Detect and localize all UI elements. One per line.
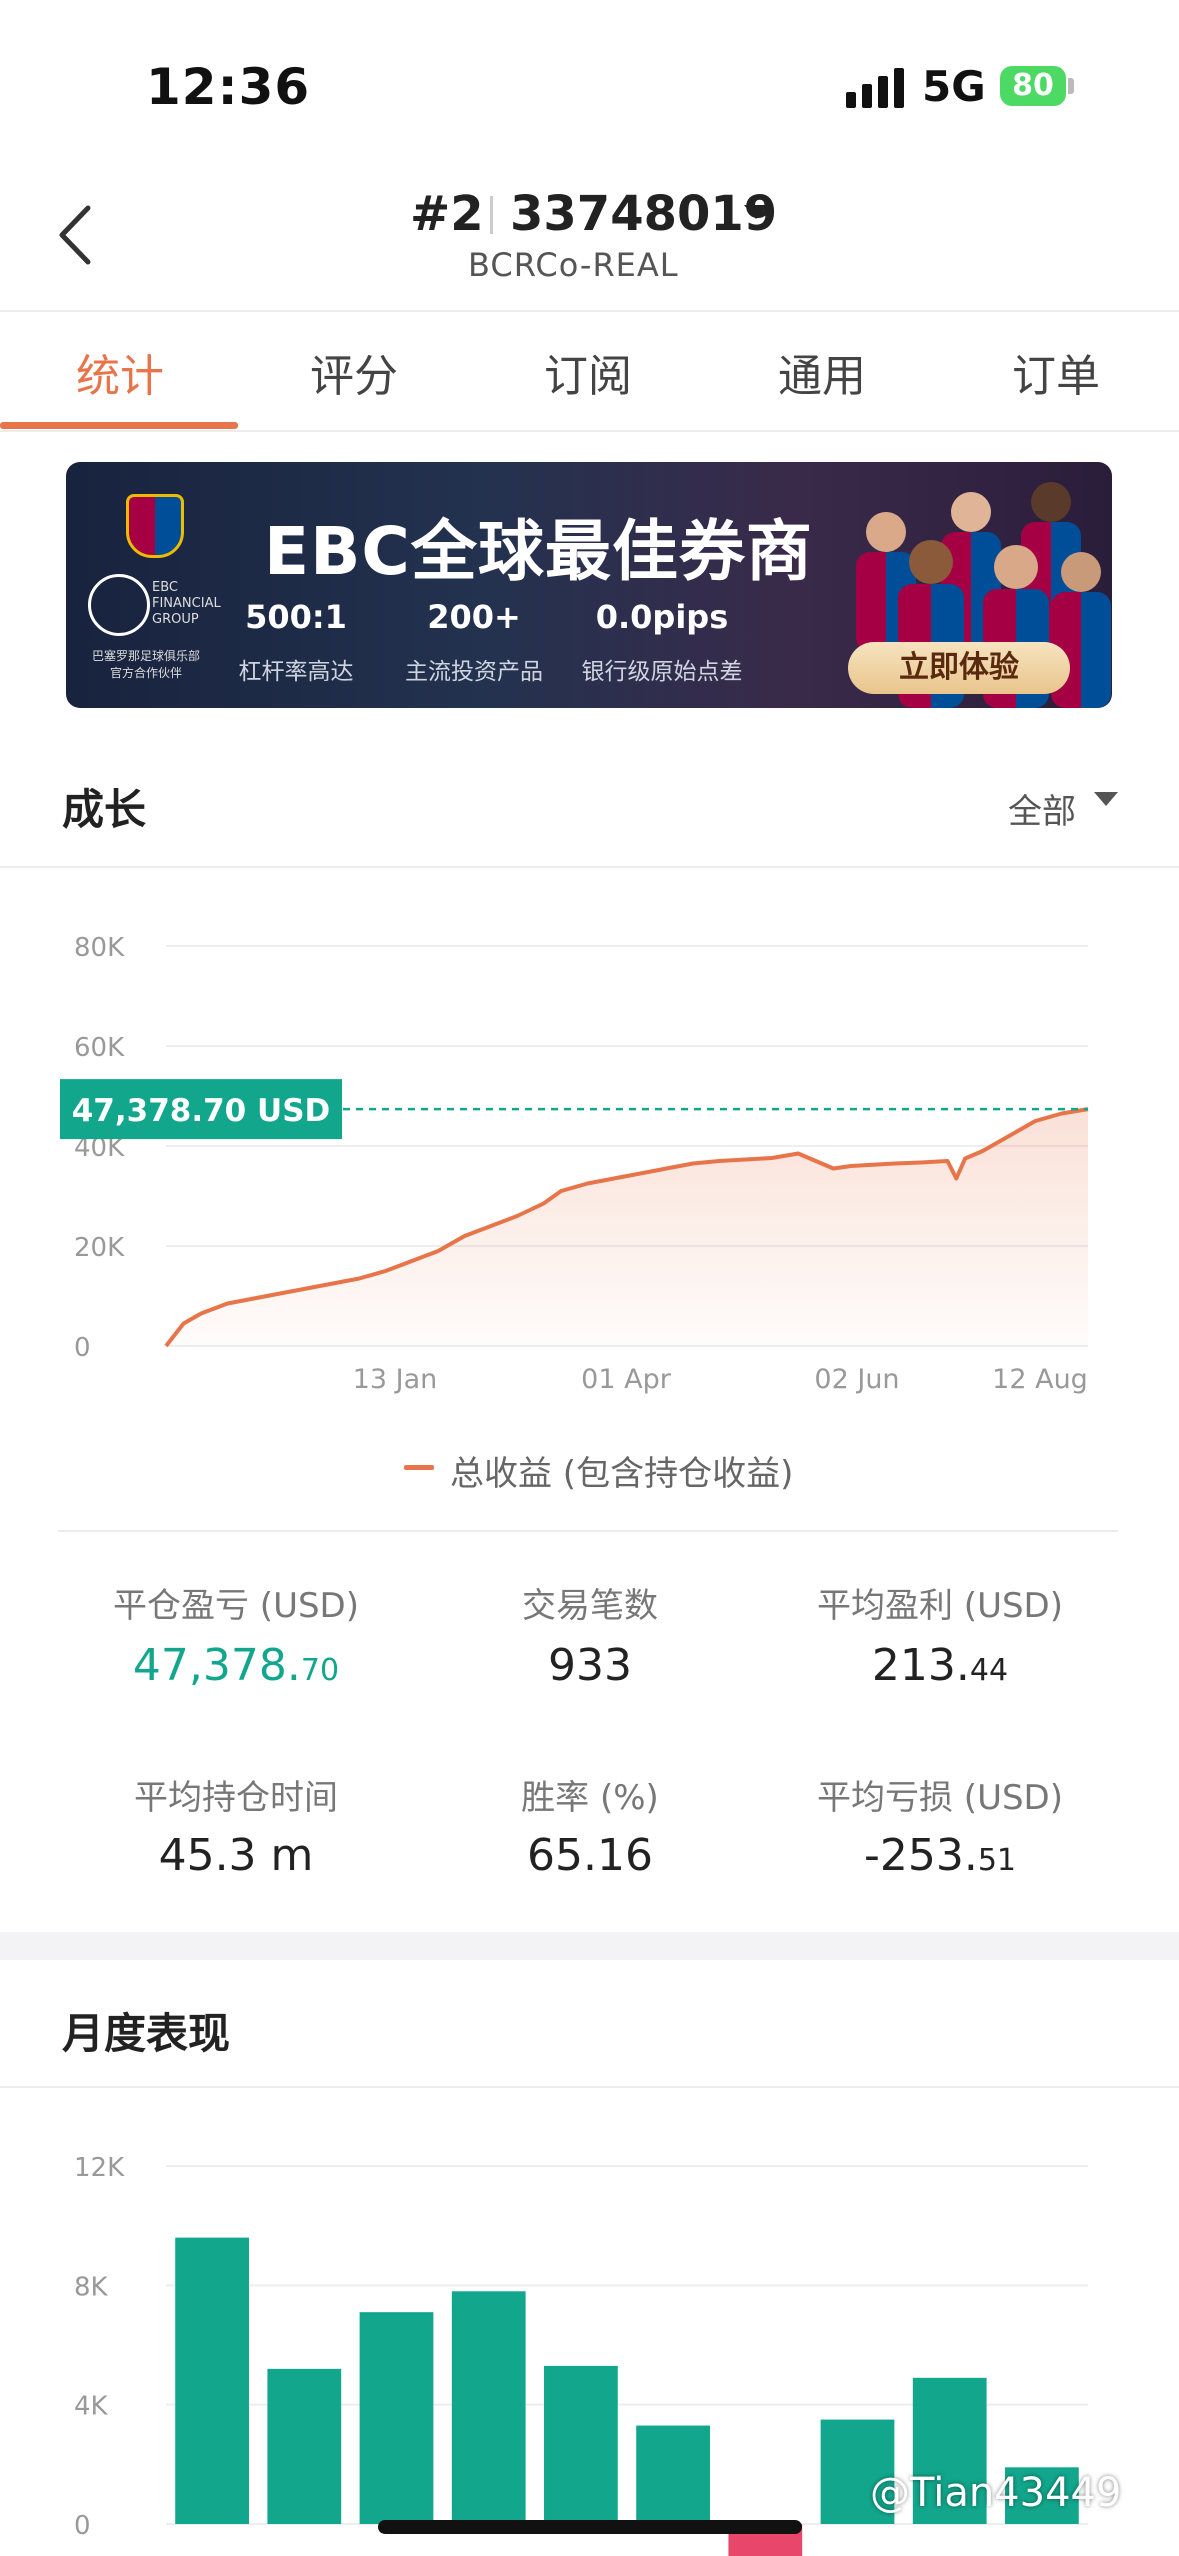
y-tick-label: 20K [74, 1233, 125, 1263]
banner-sub-spread: 银行级原始点差 [581, 659, 743, 685]
monthly-title: 月度表现 [62, 2009, 231, 2058]
ad-banner[interactable]: EBC FINANCIAL GROUP 巴塞罗那足球俱乐部 官方合作伙伴 EBC… [66, 462, 1112, 708]
y-tick-label: 4K [74, 2392, 109, 2422]
closed-pnl-decimal: 70 [300, 1653, 340, 1688]
header-separator [490, 196, 493, 234]
x-tick-label: 02 Jun [814, 1364, 899, 1395]
growth-chart: 020K40K60K80K47,378.70 USD13 Jan 01 Apr 02… [60, 933, 1089, 1395]
try-now-button[interactable]: 立即体验 [848, 642, 1070, 694]
avg-profit-decimal: 44 [969, 1653, 1009, 1688]
banner-headline: EBC全球最佳券商 [264, 513, 813, 590]
signal-icon [846, 68, 904, 108]
filter-dropdown-icon[interactable] [1094, 792, 1118, 808]
section-separator [0, 1932, 1179, 1960]
ebc-logo-icon [88, 574, 150, 636]
stat-value-closed-pnl: 47,378.70 [56, 1640, 416, 1691]
x-tick-label: 12 Aug [992, 1364, 1088, 1395]
y-tick-label: 0 [74, 2511, 91, 2541]
header-divider [0, 310, 1179, 312]
account-rank: #2 [410, 186, 484, 242]
tab-orders[interactable]: 订单 [1012, 340, 1100, 404]
back-arrow-icon[interactable] [48, 200, 108, 270]
battery-tip [1068, 78, 1074, 94]
bar [267, 2368, 342, 2524]
stat-label-win-rate: 胜率 (%) [521, 1778, 659, 1818]
stat-value-avg-profit: 213.44 [760, 1640, 1120, 1691]
tabs-divider [0, 430, 1179, 432]
monthly-divider [0, 2086, 1179, 2088]
tab-rating[interactable]: 评分 [310, 340, 398, 404]
home-indicator [378, 2520, 802, 2534]
battery-icon: 80 [1000, 66, 1066, 106]
y-tick-label: 60K [74, 1033, 125, 1063]
current-value-label: 47,378.70 USD [72, 1093, 331, 1129]
avg-loss-decimal: 51 [977, 1843, 1017, 1878]
stat-label-closed-pnl: 平仓盈亏 (USD) [113, 1586, 359, 1626]
stat-value-win-rate: 65.16 [410, 1830, 770, 1881]
banner-stat-spread: 0.0pips [595, 598, 729, 636]
bar [359, 2312, 434, 2524]
legend-divider [58, 1530, 1118, 1532]
banner-sub-products: 主流投资产品 [405, 659, 543, 685]
bar [451, 2291, 526, 2524]
banner-sub-leverage: 杠杆率高达 [238, 659, 354, 685]
stat-label-avg-loss: 平均亏损 (USD) [817, 1778, 1063, 1818]
stat-value-trade-count: 933 [410, 1640, 770, 1691]
stat-value-avg-hold: 45.3 m [56, 1830, 416, 1881]
status-time: 12:36 [146, 58, 311, 116]
network-type: 5G [922, 62, 986, 111]
y-tick-label: 8K [74, 2272, 109, 2302]
legend-label: 总收益 (包含持仓收益) [450, 1454, 794, 1494]
stat-label-trade-count: 交易笔数 [522, 1586, 658, 1626]
stat-label-avg-profit: 平均盈利 (USD) [817, 1586, 1063, 1626]
trade-count-main: 933 [548, 1640, 632, 1691]
tab-statistics[interactable]: 统计 [76, 340, 164, 404]
bar [175, 2237, 249, 2524]
active-tab-indicator [0, 422, 238, 429]
x-tick-label: 01 Apr [581, 1364, 672, 1395]
banner-stat-leverage: 500:1 [245, 598, 347, 636]
tab-subscribe[interactable]: 订阅 [544, 340, 632, 404]
avg-profit-main: 213. [871, 1640, 970, 1691]
banner-stat-products: 200+ [427, 598, 521, 636]
tab-general[interactable]: 通用 [778, 340, 866, 404]
watermark: @Tian43449 [870, 2470, 1122, 2516]
x-tick-label: 13 Jan [353, 1364, 438, 1395]
growth-title: 成长 [62, 785, 147, 834]
account-server: BCRCo-REAL [468, 246, 679, 284]
area-fill [166, 1109, 1088, 1346]
stat-value-avg-loss: -253.51 [760, 1830, 1120, 1881]
y-tick-label: 0 [74, 1333, 91, 1363]
fcb-crest-icon [126, 494, 184, 558]
bar [636, 2425, 710, 2524]
bar [544, 2365, 618, 2524]
y-tick-label: 12K [74, 2153, 125, 2183]
avg-loss-main: -253. [863, 1830, 978, 1881]
period-filter[interactable]: 全部 [1008, 784, 1076, 833]
partner-text: 巴塞罗那足球俱乐部 官方合作伙伴 [91, 649, 200, 680]
avg-hold-main: 45.3 m [158, 1830, 314, 1881]
closed-pnl-main: 47,378. [132, 1640, 301, 1691]
win-rate-main: 65.16 [527, 1830, 653, 1881]
account-number[interactable]: 33748019 [510, 186, 777, 242]
legend-swatch [404, 1465, 434, 1470]
battery-level: 80 [1012, 68, 1054, 103]
stat-label-avg-hold: 平均持仓时间 [134, 1778, 338, 1818]
growth-divider [0, 866, 1179, 868]
y-tick-label: 80K [74, 933, 125, 963]
account-dropdown-icon[interactable] [744, 205, 768, 221]
